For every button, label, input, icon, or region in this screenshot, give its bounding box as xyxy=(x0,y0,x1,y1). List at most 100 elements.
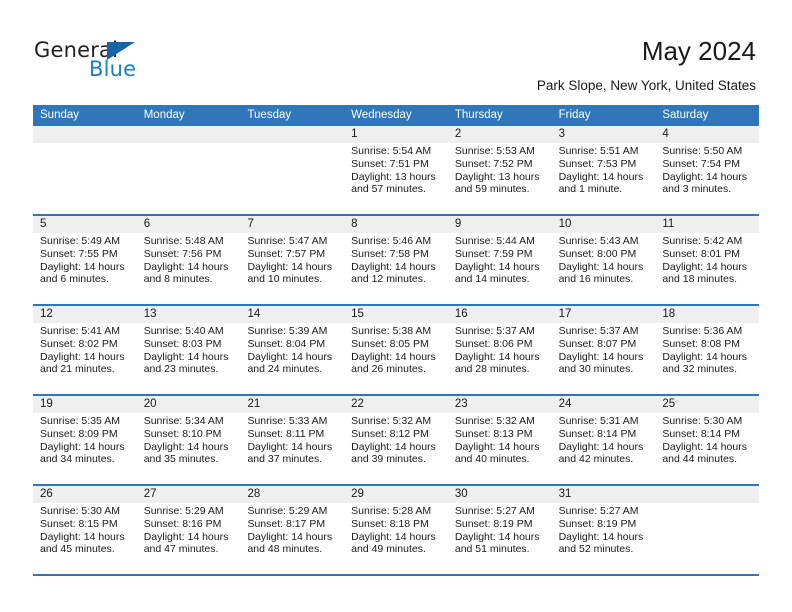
day-detail-line: and 34 minutes. xyxy=(40,453,115,466)
calendar-week-row: 26 27 28 29 30 31 Sunrise: 5:30 AM Sunset: 8:15… xyxy=(33,486,759,576)
day-cell-1[interactable]: Sunrise: 5:54 AM Sunset: 7:51 PM Daylight:… xyxy=(344,143,448,214)
day-number-19[interactable]: 19 xyxy=(33,396,137,413)
day-detail-line: Sunset: 7:56 PM xyxy=(143,247,222,260)
day-number-11[interactable]: 11 xyxy=(655,216,759,233)
day-number-20[interactable]: 20 xyxy=(137,396,241,413)
day-number-10[interactable]: 10 xyxy=(552,216,656,233)
day-number-5[interactable]: 5 xyxy=(33,216,137,233)
day-detail-line: Sunrise: 5:41 AM xyxy=(40,325,120,337)
day-detail-line: Sunrise: 5:37 AM xyxy=(558,325,639,337)
day-detail-line: Sunset: 7:52 PM xyxy=(454,157,533,170)
day-number-3[interactable]: 3 xyxy=(552,126,656,143)
day-number-17[interactable]: 17 xyxy=(552,306,656,323)
day-detail-line: Sunrise: 5:50 AM xyxy=(662,145,743,157)
day-detail-line: and 8 minutes. xyxy=(143,273,213,286)
calendar-week-row: 19 20 21 22 23 24 25 Sunrise: 5:35 AM Sunset: 8:… xyxy=(33,396,759,486)
day-cell-23[interactable]: Sunrise: 5:32 AM Sunset: 8:13 PM Daylight:… xyxy=(448,413,552,484)
day-cell-18[interactable]: Sunrise: 5:36 AM Sunset: 8:08 PM Daylight:… xyxy=(655,323,759,394)
day-number-22[interactable]: 22 xyxy=(344,396,448,413)
day-detail-line: Daylight: 14 hours xyxy=(143,530,229,543)
day-cell-13[interactable]: Sunrise: 5:40 AM Sunset: 8:03 PM Daylight:… xyxy=(137,323,241,394)
day-detail-line: Sunrise: 5:36 AM xyxy=(662,325,743,337)
day-detail-line: and 28 minutes. xyxy=(454,363,530,376)
day-cell-25[interactable]: Sunrise: 5:30 AM Sunset: 8:14 PM Daylight:… xyxy=(655,413,759,484)
day-detail-line: Sunrise: 5:39 AM xyxy=(247,325,328,337)
day-number-29[interactable]: 29 xyxy=(344,486,448,503)
day-detail-line: Sunset: 7:57 PM xyxy=(247,247,326,260)
weekday-header-saturday: Saturday xyxy=(662,109,709,121)
day-cell-27[interactable]: Sunrise: 5:29 AM Sunset: 8:16 PM Daylight:… xyxy=(137,503,241,574)
generalblue-logo[interactable]: General Blue xyxy=(34,38,184,86)
day-detail-line: Daylight: 14 hours xyxy=(662,440,747,453)
day-cell-15[interactable]: Sunrise: 5:38 AM Sunset: 8:05 PM Daylight:… xyxy=(344,323,448,394)
day-detail-line: Sunrise: 5:43 AM xyxy=(558,235,639,247)
day-detail-line: Daylight: 14 hours xyxy=(40,350,125,363)
day-detail-line: Sunset: 8:18 PM xyxy=(351,517,429,530)
day-cell-4[interactable]: Sunrise: 5:50 AM Sunset: 7:54 PM Daylight:… xyxy=(655,143,759,214)
day-detail-line: and 24 minutes. xyxy=(247,363,323,376)
day-cell-26[interactable]: Sunrise: 5:30 AM Sunset: 8:15 PM Daylight:… xyxy=(33,503,137,574)
day-cell-17[interactable]: Sunrise: 5:37 AM Sunset: 8:07 PM Daylight:… xyxy=(552,323,656,394)
day-cell-31[interactable]: Sunrise: 5:27 AM Sunset: 8:19 PM Daylight:… xyxy=(552,503,656,574)
day-number-28[interactable]: 28 xyxy=(240,486,344,503)
day-number-9[interactable]: 9 xyxy=(448,216,552,233)
day-cell-11[interactable]: Sunrise: 5:42 AM Sunset: 8:01 PM Daylight:… xyxy=(655,233,759,304)
day-cell-10[interactable]: Sunrise: 5:43 AM Sunset: 8:00 PM Daylight:… xyxy=(552,233,656,304)
day-cell-2[interactable]: Sunrise: 5:53 AM Sunset: 7:52 PM Daylight:… xyxy=(448,143,552,214)
day-number-4[interactable]: 4 xyxy=(655,126,759,143)
day-number-15[interactable]: 15 xyxy=(344,306,448,323)
day-number-25[interactable]: 25 xyxy=(655,396,759,413)
day-number-30[interactable]: 30 xyxy=(448,486,552,503)
day-number-16[interactable]: 16 xyxy=(448,306,552,323)
day-number-12[interactable]: 12 xyxy=(33,306,137,323)
day-cell-6[interactable]: Sunrise: 5:48 AM Sunset: 7:56 PM Daylight:… xyxy=(137,233,241,304)
day-cell-30[interactable]: Sunrise: 5:27 AM Sunset: 8:19 PM Daylight:… xyxy=(448,503,552,574)
day-cell-24[interactable]: Sunrise: 5:31 AM Sunset: 8:14 PM Daylight:… xyxy=(552,413,656,484)
day-number-24[interactable]: 24 xyxy=(552,396,656,413)
day-cell-3[interactable]: Sunrise: 5:51 AM Sunset: 7:53 PM Daylight:… xyxy=(552,143,656,214)
day-detail-line: Sunset: 8:00 PM xyxy=(558,247,637,260)
day-detail-line: Sunrise: 5:42 AM xyxy=(662,235,743,247)
weekday-header-tuesday: Tuesday xyxy=(247,109,292,121)
day-number-empty xyxy=(240,126,344,143)
day-number-6[interactable]: 6 xyxy=(137,216,241,233)
day-detail-line: Sunset: 8:08 PM xyxy=(662,337,740,350)
day-number-23[interactable]: 23 xyxy=(448,396,552,413)
day-cell-20[interactable]: Sunrise: 5:34 AM Sunset: 8:10 PM Daylight:… xyxy=(137,413,241,484)
day-cell-14[interactable]: Sunrise: 5:39 AM Sunset: 8:04 PM Daylight:… xyxy=(240,323,344,394)
day-number-14[interactable]: 14 xyxy=(240,306,344,323)
day-detail-line: Sunset: 8:03 PM xyxy=(143,337,222,350)
day-cell-28[interactable]: Sunrise: 5:29 AM Sunset: 8:17 PM Daylight:… xyxy=(240,503,344,574)
day-detail-line: Daylight: 14 hours xyxy=(351,440,436,453)
day-detail-line: Sunset: 8:16 PM xyxy=(143,517,222,530)
day-number-18[interactable]: 18 xyxy=(655,306,759,323)
day-cell-21[interactable]: Sunrise: 5:33 AM Sunset: 8:11 PM Daylight:… xyxy=(240,413,344,484)
day-number-27[interactable]: 27 xyxy=(137,486,241,503)
day-detail-line: Sunset: 8:07 PM xyxy=(558,337,637,350)
day-detail-line: Sunset: 7:59 PM xyxy=(454,247,533,260)
day-detail-line: Sunrise: 5:35 AM xyxy=(40,415,120,427)
day-number-7[interactable]: 7 xyxy=(240,216,344,233)
day-detail-line: and 45 minutes. xyxy=(40,543,115,556)
day-cell-9[interactable]: Sunrise: 5:44 AM Sunset: 7:59 PM Daylight:… xyxy=(448,233,552,304)
day-number-21[interactable]: 21 xyxy=(240,396,344,413)
day-cell-29[interactable]: Sunrise: 5:28 AM Sunset: 8:18 PM Daylight:… xyxy=(344,503,448,574)
day-detail-line: Daylight: 14 hours xyxy=(454,260,540,273)
day-number-8[interactable]: 8 xyxy=(344,216,448,233)
day-cell-5[interactable]: Sunrise: 5:49 AM Sunset: 7:55 PM Daylight:… xyxy=(33,233,137,304)
day-cell-22[interactable]: Sunrise: 5:32 AM Sunset: 8:12 PM Daylight:… xyxy=(344,413,448,484)
day-detail-line: Daylight: 14 hours xyxy=(558,530,644,543)
day-number-31[interactable]: 31 xyxy=(552,486,656,503)
day-number-2[interactable]: 2 xyxy=(448,126,552,143)
day-cell-19[interactable]: Sunrise: 5:35 AM Sunset: 8:09 PM Daylight:… xyxy=(33,413,137,484)
day-cell-16[interactable]: Sunrise: 5:37 AM Sunset: 8:06 PM Daylight:… xyxy=(448,323,552,394)
day-number-1[interactable]: 1 xyxy=(344,126,448,143)
day-detail-line: and 30 minutes. xyxy=(558,363,634,376)
day-cell-7[interactable]: Sunrise: 5:47 AM Sunset: 7:57 PM Daylight:… xyxy=(240,233,344,304)
day-cell-12[interactable]: Sunrise: 5:41 AM Sunset: 8:02 PM Daylight:… xyxy=(33,323,137,394)
day-cell-8[interactable]: Sunrise: 5:46 AM Sunset: 7:58 PM Daylight:… xyxy=(344,233,448,304)
day-number-26[interactable]: 26 xyxy=(33,486,137,503)
day-detail-line: Daylight: 14 hours xyxy=(351,350,436,363)
day-number-13[interactable]: 13 xyxy=(137,306,241,323)
day-detail-line: Daylight: 14 hours xyxy=(40,260,125,273)
